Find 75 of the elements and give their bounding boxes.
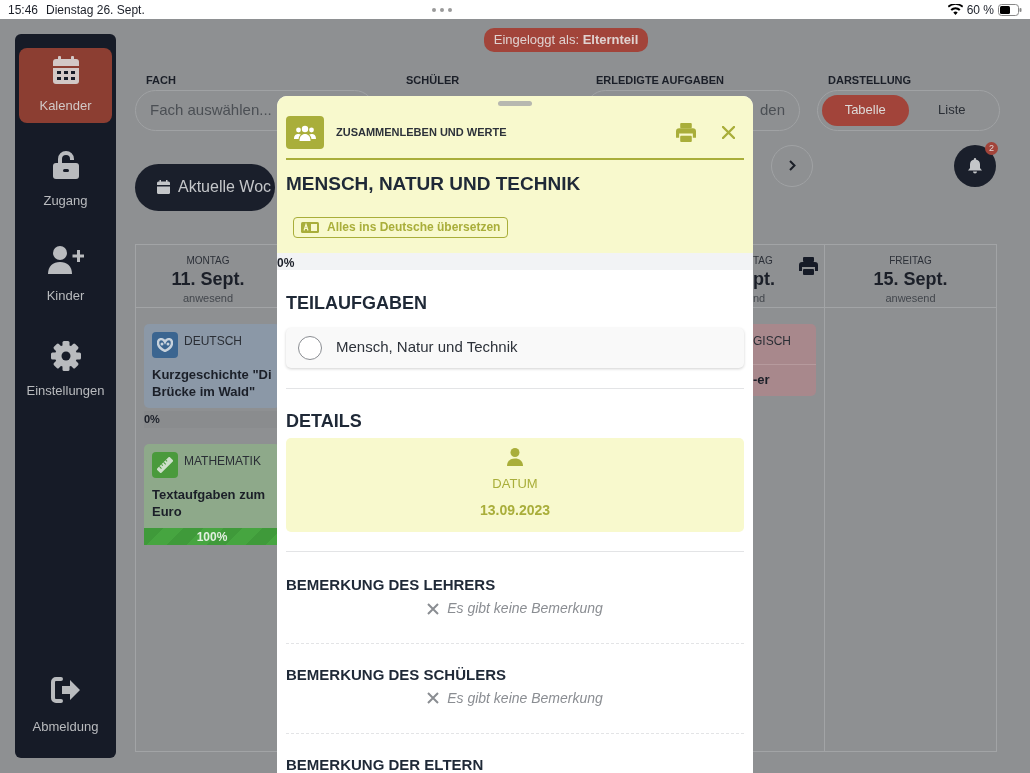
filter-label: SCHÜLER [405,72,461,88]
translate-icon [301,221,319,233]
remark-heading: BEMERKUNG DER ELTERN [286,755,485,773]
task-title: MENSCH, NATUR UND TECHNIK [286,173,582,196]
empty-remark-text: Es gibt keine Bemerkung [447,600,603,617]
progress-bar: 0% [144,410,280,428]
day-date: pt. [753,267,775,290]
subject-label: MATHEMATIK [184,452,261,470]
chevron-right-icon [788,160,796,171]
calendar-icon [52,56,79,84]
unlocked-padlock-icon [52,151,79,179]
subject-label: GISCH [753,332,791,350]
task-title: Textaufgaben zum Euro [152,485,267,520]
print-icon [799,256,818,275]
filter-label: DARSTELLUNG [827,72,913,88]
battery-icon [998,3,1022,16]
filter-label: FACH [145,72,177,88]
drag-handle[interactable] [498,101,532,106]
battery-percent: 60 % [966,1,994,19]
task-title: -er [753,370,771,388]
attendance-status: anwesend [182,290,234,306]
people-icon [294,124,316,141]
print-icon [676,123,696,142]
cross-icon [427,692,440,705]
attendance-status: nd [753,290,766,306]
gear-icon [50,341,81,371]
day-date: 15. Sept. [873,267,948,290]
sign-out-icon [50,677,81,703]
status-time: 15:46 [8,1,39,19]
more-dots-icon [431,7,452,12]
current-week-button[interactable]: Aktuelle Woc [135,163,275,211]
detail-label: DATUM [492,475,538,494]
subtask-checkbox[interactable] [298,335,322,360]
attendance-status: anwesend [885,290,936,306]
weekday-label: TAG [753,253,773,268]
weekday-label: MONTAG [186,253,230,268]
subject-label: DEUTSCH [184,332,242,350]
add-user-icon [47,246,84,274]
person-icon [507,448,523,467]
print-button[interactable] [676,123,696,142]
bell-icon [968,157,982,174]
remark-heading: BEMERKUNG DES SCHÜLERS [286,666,508,684]
task-title: Kurzgeschichte "Di Brücke im Wald" [152,365,272,400]
sidebar-item[interactable]: Kinder [19,238,112,313]
view-option[interactable]: Tabelle [822,94,909,126]
status-date: Dienstag 26. Sept. [46,1,145,19]
sidebar-item[interactable]: Zugang [19,143,112,218]
progress-bar: 100% [144,527,280,545]
sidebar-item[interactable]: Einstellungen [19,333,112,408]
close-button[interactable] [722,126,735,139]
calendar-icon [157,180,170,194]
section-heading: TEILAUFGABEN [286,293,428,315]
ruler-icon [157,456,173,473]
wifi-icon [947,4,963,15]
detail-value: 13.09.2023 [479,500,551,520]
sidebar-item[interactable]: Kalender [19,48,112,123]
view-option[interactable]: Liste [908,94,995,126]
section-heading: DETAILS [286,410,363,433]
task-card[interactable]: DEUTSCH Kurzgeschichte "Di Brücke im Wald" [144,323,280,408]
day-date: 11. Sept. [171,267,245,290]
cross-icon [427,602,440,615]
notifications-button[interactable]: 2 [954,144,996,187]
subtask-item[interactable]: Mensch, Natur und Technik [286,327,744,368]
close-icon [722,126,735,139]
logout-button[interactable]: Abmeldung [19,669,112,744]
task-card[interactable]: MATHEMATIK Textaufgaben zum Euro 100% [144,443,280,545]
notification-count: 2 [985,141,998,155]
next-week-button[interactable] [771,144,813,187]
empty-remark-text: Es gibt keine Bemerkung [447,690,603,707]
progress-percent: 0% [277,255,295,272]
remark-heading: BEMERKUNG DES LEHRERS [286,576,497,595]
filter-label: ERLEDIGTE AUFGABEN [595,72,725,88]
login-status-badge: Eingeloggt als: Elternteil [483,28,649,52]
task-card[interactable]: GISCH -er [753,323,816,396]
weekday-label: FREITAG [889,253,932,268]
